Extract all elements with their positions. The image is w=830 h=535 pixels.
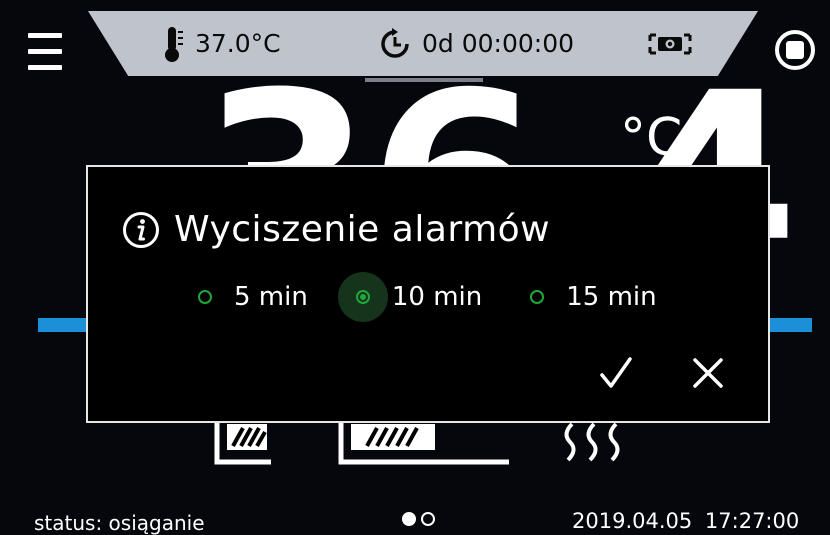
radio-button[interactable] (530, 290, 545, 304)
page-indicator[interactable] (402, 512, 435, 526)
alarm-silence-dialog: Wyciszenie alarmów 5 min 10 min 15 min (86, 165, 770, 423)
option-5-min[interactable]: 5 min (198, 282, 308, 312)
thermometer-icon (165, 26, 183, 62)
radio-button-selected[interactable] (355, 290, 370, 304)
check-icon[interactable] (598, 355, 634, 391)
menu-icon[interactable] (28, 33, 62, 73)
option-15-min[interactable]: 15 min (530, 282, 657, 312)
radio-button[interactable] (198, 290, 212, 304)
duration-radio-group: 5 min 10 min 15 min (198, 272, 705, 322)
heat-waves-icon[interactable] (558, 420, 638, 464)
close-icon[interactable] (690, 355, 726, 391)
status-text: status: osiąganie (34, 511, 205, 535)
info-icon (123, 211, 159, 248)
dialog-header: Wyciszenie alarmów (122, 209, 550, 250)
page-dot-1[interactable] (402, 512, 416, 526)
option-label: 10 min (391, 282, 483, 312)
option-label: 15 min (566, 282, 657, 312)
option-label: 5 min (234, 282, 308, 312)
option-10-min[interactable]: 10 min (337, 272, 483, 322)
page-dot-2[interactable] (421, 512, 435, 526)
datetime-display: 2019.04.05 17:27:00 (572, 509, 800, 533)
dialog-title: Wyciszenie alarmów (174, 209, 551, 250)
main-temperature-unit: °C (620, 108, 683, 168)
